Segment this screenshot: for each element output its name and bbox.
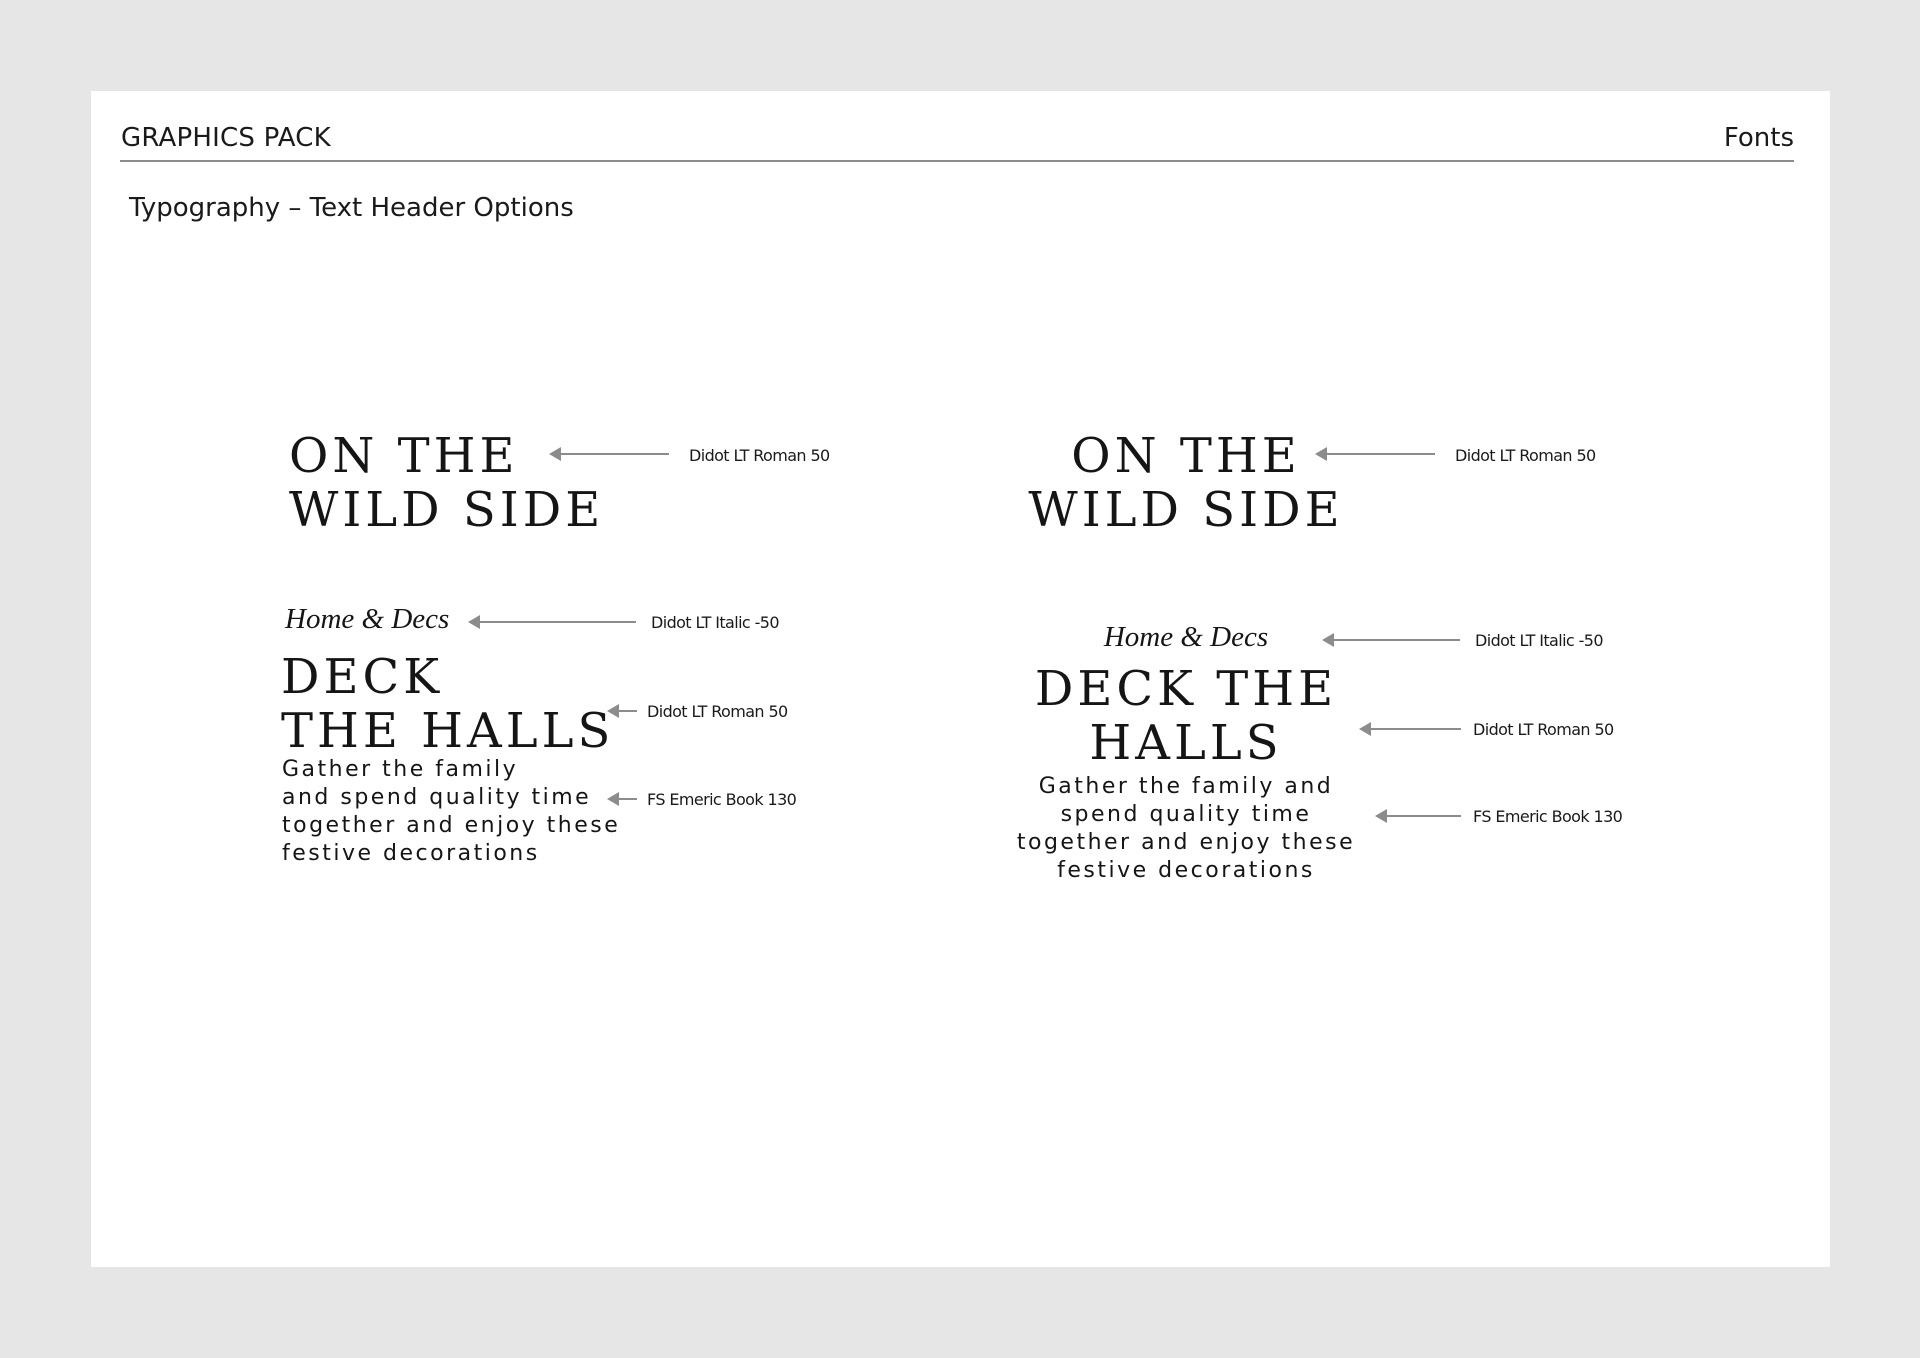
left-headline: ON THE WILD SIDE (289, 429, 604, 537)
right-subtitle-arrow-icon (1322, 633, 1460, 647)
right-body-line-4: festive decorations (1057, 858, 1315, 883)
right-body-line-2: spend quality time (1060, 802, 1312, 827)
header-title: GRAPHICS PACK (121, 123, 331, 153)
left-body-line-2: and spend quality time (282, 785, 592, 810)
left-headline-arrow-icon (549, 447, 669, 461)
right-body-line-3: together and enjoy these (1016, 830, 1356, 855)
left-body-line-4: festive decorations (282, 841, 540, 866)
header-divider (120, 160, 1794, 162)
left-body-arrow-icon (607, 792, 637, 806)
right-title-line-2: HALLS (1089, 715, 1283, 771)
graphics-pack-page: GRAPHICS PACK Fonts Typography – Text He… (91, 91, 1830, 1267)
right-body-arrow-icon (1375, 809, 1461, 823)
right-title-line-1: DECK THE (1034, 661, 1338, 717)
right-title: DECK THE HALLS (1006, 662, 1366, 770)
page-title: Typography – Text Header Options (129, 193, 574, 223)
right-body-line-1: Gather the family and (1038, 774, 1334, 799)
right-body-note: FS Emeric Book 130 (1473, 807, 1623, 826)
right-headline-line-1: ON THE (1071, 428, 1301, 484)
left-body-copy: Gather the family and spend quality time… (282, 756, 620, 868)
right-headline-line-2: WILD SIDE (1028, 482, 1344, 538)
right-headline-arrow-icon (1315, 447, 1435, 461)
left-title: DECK THE HALLS (281, 650, 614, 758)
left-title-line-1: DECK (281, 649, 444, 705)
left-body-note: FS Emeric Book 130 (647, 790, 797, 809)
left-subtitle-note: Didot LT Italic -50 (651, 613, 780, 632)
left-subtitle: Home & Decs (285, 603, 450, 635)
left-headline-line-2: WILD SIDE (289, 482, 605, 538)
left-headline-note: Didot LT Roman 50 (689, 446, 830, 465)
right-headline: ON THE WILD SIDE (1026, 429, 1346, 537)
left-body-line-1: Gather the family (282, 757, 519, 782)
left-title-line-2: THE HALLS (281, 703, 615, 759)
right-subtitle-note: Didot LT Italic -50 (1475, 631, 1604, 650)
right-title-arrow-icon (1359, 722, 1461, 736)
right-title-note: Didot LT Roman 50 (1473, 720, 1614, 739)
right-body-copy: Gather the family and spend quality time… (1006, 773, 1366, 885)
right-headline-note: Didot LT Roman 50 (1455, 446, 1596, 465)
right-subtitle: Home & Decs (1103, 621, 1269, 653)
left-title-arrow-icon (607, 704, 637, 718)
header-section: Fonts (1723, 123, 1794, 153)
left-subtitle-arrow-icon (468, 615, 636, 629)
left-body-line-3: together and enjoy these (282, 813, 621, 838)
left-title-note: Didot LT Roman 50 (647, 702, 788, 721)
